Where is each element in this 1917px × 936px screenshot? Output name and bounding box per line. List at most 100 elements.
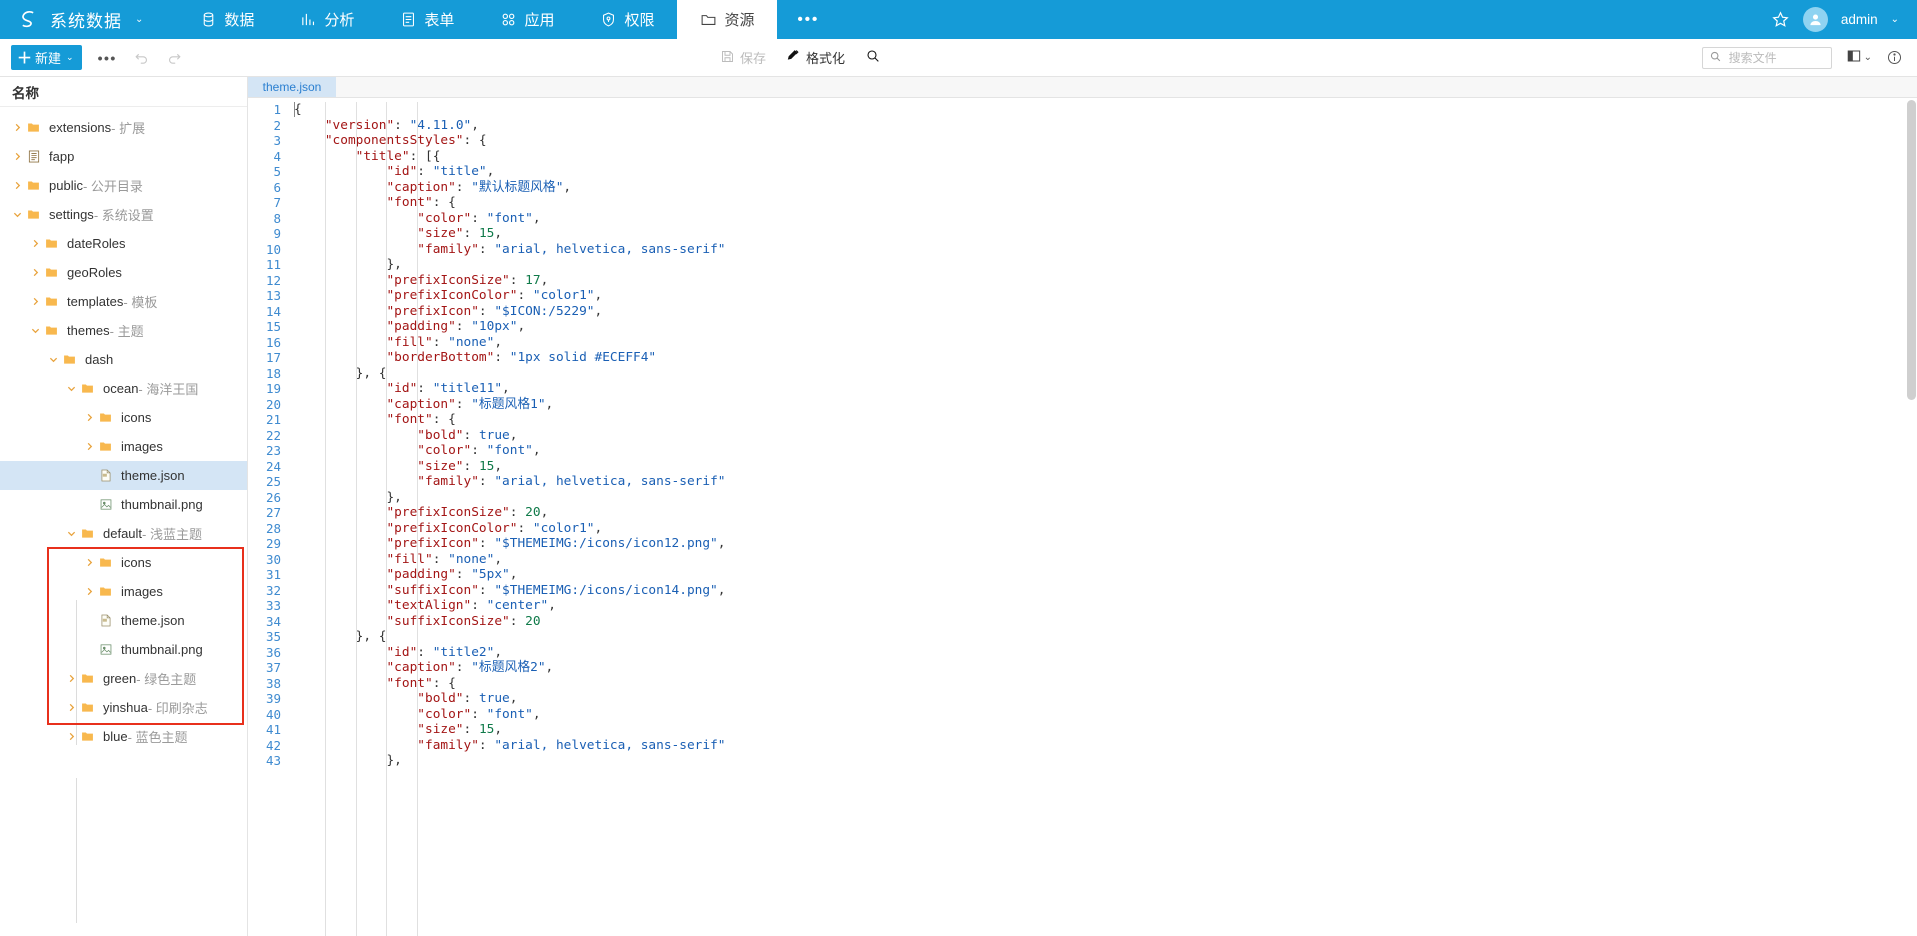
code-line[interactable]: "caption": "默认标题风格", (294, 180, 1917, 196)
code-search-button[interactable] (865, 48, 881, 67)
chevron-down-icon[interactable] (10, 210, 24, 219)
save-button[interactable]: 保存 (720, 48, 766, 67)
chevron-right-icon[interactable] (28, 239, 42, 248)
code-line[interactable]: "size": 15, (294, 722, 1917, 738)
tab-permissions[interactable]: 权限 (577, 0, 677, 39)
code-line[interactable]: "componentsStyles": { (294, 133, 1917, 149)
code-line[interactable]: "prefixIconSize": 17, (294, 273, 1917, 289)
chevron-down-icon[interactable] (28, 326, 42, 335)
search-input[interactable] (1726, 49, 1825, 66)
code-line[interactable]: "color": "font", (294, 211, 1917, 227)
editor-tab-theme-json[interactable]: theme.json (248, 77, 336, 97)
chevron-right-icon[interactable] (82, 587, 96, 596)
code-line[interactable]: }, (294, 490, 1917, 506)
tree-item-georoles[interactable]: geoRoles (0, 258, 247, 287)
tree-item-themes[interactable]: themes - 主题 (0, 316, 247, 345)
code-line[interactable]: "id": "title11", (294, 381, 1917, 397)
tree-item-theme-json[interactable]: theme.json (0, 606, 247, 635)
chevron-right-icon[interactable] (28, 268, 42, 277)
code-line[interactable]: "suffixIconSize": 20 (294, 614, 1917, 630)
code-line[interactable]: "fill": "none", (294, 552, 1917, 568)
chevron-down-icon[interactable] (64, 529, 78, 538)
chevron-down-icon[interactable]: ⌄ (135, 14, 143, 25)
code-line[interactable]: "font": { (294, 412, 1917, 428)
code-line[interactable]: "prefixIconColor": "color1", (294, 521, 1917, 537)
tree-item-blue[interactable]: blue - 蓝色主题 (0, 722, 247, 751)
avatar[interactable] (1802, 7, 1828, 32)
chevron-down-icon[interactable]: ⌄ (1891, 14, 1899, 25)
chevron-right-icon[interactable] (82, 413, 96, 422)
nav-more-button[interactable]: ••• (777, 0, 839, 39)
code-line[interactable]: "bold": true, (294, 428, 1917, 444)
username-label[interactable]: admin (1841, 12, 1878, 27)
code-line[interactable]: "size": 15, (294, 226, 1917, 242)
tab-data[interactable]: 数据 (177, 0, 277, 39)
code-line[interactable]: "family": "arial, helvetica, sans-serif" (294, 242, 1917, 258)
code-line[interactable]: "family": "arial, helvetica, sans-serif" (294, 474, 1917, 490)
code-line[interactable]: "caption": "标题风格2", (294, 660, 1917, 676)
code-line[interactable]: "borderBottom": "1px solid #ECEFF4" (294, 350, 1917, 366)
code-line[interactable]: }, { (294, 629, 1917, 645)
chevron-right-icon[interactable] (82, 442, 96, 451)
tab-apps[interactable]: 应用 (477, 0, 577, 39)
code-line[interactable]: "size": 15, (294, 459, 1917, 475)
tree-item-yinshua[interactable]: yinshua - 印刷杂志 (0, 693, 247, 722)
star-icon[interactable] (1771, 10, 1790, 29)
chevron-right-icon[interactable] (10, 123, 24, 132)
tree-item-dash[interactable]: dash (0, 345, 247, 374)
code-line[interactable]: "version": "4.11.0", (294, 118, 1917, 134)
tree-item-extensions[interactable]: extensions - 扩展 (0, 113, 247, 142)
chevron-right-icon[interactable] (10, 152, 24, 161)
layout-toggle-button[interactable]: ⌄ (1846, 48, 1872, 67)
chevron-down-icon[interactable] (46, 355, 60, 364)
code-line[interactable]: "id": "title2", (294, 645, 1917, 661)
toolbar-more-button[interactable]: ••• (98, 50, 117, 66)
tree-item-ocean[interactable]: ocean - 海洋王国 (0, 374, 247, 403)
scrollbar-thumb[interactable] (1907, 100, 1916, 400)
code-line[interactable]: "color": "font", (294, 707, 1917, 723)
code-line[interactable]: "padding": "5px", (294, 567, 1917, 583)
chevron-down-icon[interactable] (64, 384, 78, 393)
file-search-box[interactable] (1701, 46, 1832, 69)
redo-icon[interactable] (166, 49, 183, 66)
tree-item-public[interactable]: public - 公开目录 (0, 171, 247, 200)
tree-item-theme-json[interactable]: theme.json (0, 461, 247, 490)
tree-item-settings[interactable]: settings - 系统设置 (0, 200, 247, 229)
tab-resources[interactable]: 资源 (677, 0, 778, 39)
tree-item-icons[interactable]: icons (0, 548, 247, 577)
code-line[interactable]: "title": [{ (294, 149, 1917, 165)
undo-icon[interactable] (133, 49, 150, 66)
info-icon[interactable] (1886, 49, 1903, 66)
tree-item-icons[interactable]: icons (0, 403, 247, 432)
code-line[interactable]: "prefixIcon": "$THEMEIMG:/icons/icon12.p… (294, 536, 1917, 552)
code-line[interactable]: }, (294, 753, 1917, 769)
brand-home-button[interactable]: 系统数据 ⌄ (0, 0, 157, 39)
tree-item-images[interactable]: images (0, 577, 247, 606)
chevron-right-icon[interactable] (82, 558, 96, 567)
new-button[interactable]: ＋ 新建 ⌄ (11, 45, 82, 70)
code-line[interactable]: "fill": "none", (294, 335, 1917, 351)
code-area[interactable]: 1 2 3 4 5 6 7 8 9 10 11 12 13 14 15 16 17 18 19 20 21 22 23 24 2… (248, 98, 1917, 936)
code-line[interactable]: "prefixIconColor": "color1", (294, 288, 1917, 304)
editor-scrollbar[interactable] (1906, 98, 1917, 936)
tab-analysis[interactable]: 分析 (277, 0, 377, 39)
tree-item-thumbnail-png[interactable]: thumbnail.png (0, 490, 247, 519)
tree-item-templates[interactable]: templates - 模板 (0, 287, 247, 316)
code-line[interactable]: "caption": "标题风格1", (294, 397, 1917, 413)
chevron-right-icon[interactable] (28, 297, 42, 306)
code-line[interactable]: "id": "title", (294, 164, 1917, 180)
tree-item-default[interactable]: default - 浅蓝主题 (0, 519, 247, 548)
code-line[interactable]: }, (294, 257, 1917, 273)
code-content[interactable]: { "version": "4.11.0", "componentsStyles… (290, 98, 1917, 936)
code-line[interactable]: "prefixIconSize": 20, (294, 505, 1917, 521)
tab-form[interactable]: 表单 (377, 0, 477, 39)
tree-item-fapp[interactable]: fapp (0, 142, 247, 171)
tree-item-images[interactable]: images (0, 432, 247, 461)
code-line[interactable]: "suffixIcon": "$THEMEIMG:/icons/icon14.p… (294, 583, 1917, 599)
code-line[interactable]: { (294, 102, 1917, 118)
tree-item-thumbnail-png[interactable]: thumbnail.png (0, 635, 247, 664)
code-line[interactable]: "bold": true, (294, 691, 1917, 707)
code-line[interactable]: }, { (294, 366, 1917, 382)
tree-item-green[interactable]: green - 绿色主题 (0, 664, 247, 693)
format-button[interactable]: 格式化 (786, 48, 845, 67)
